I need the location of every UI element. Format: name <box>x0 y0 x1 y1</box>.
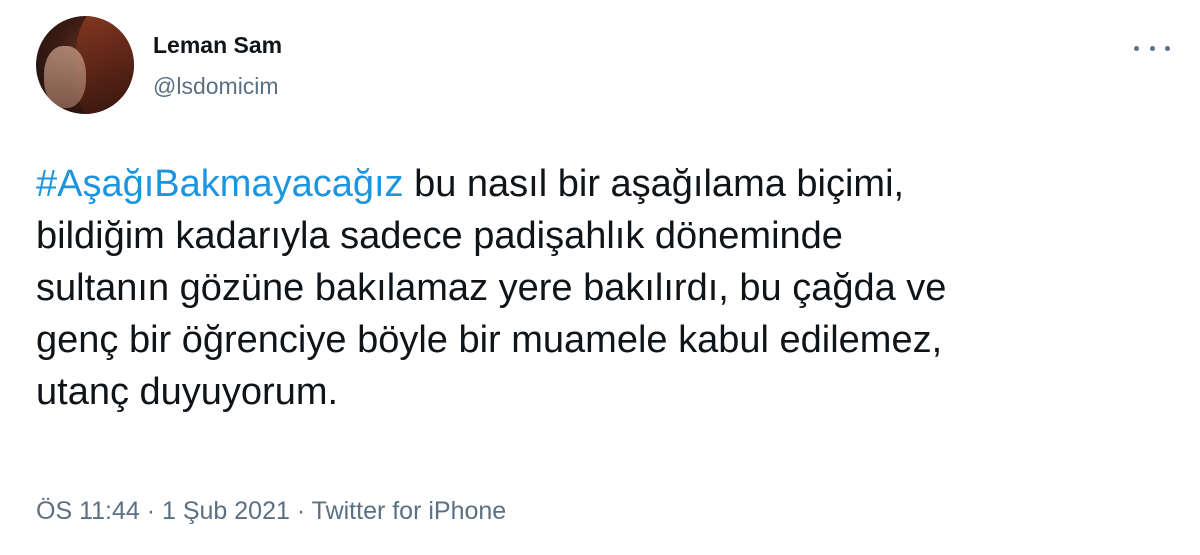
author-handle[interactable]: @lsdomicim <box>153 73 279 100</box>
tweet-date[interactable]: 1 Şub 2021 <box>162 497 290 525</box>
dot <box>1134 45 1139 51</box>
tweet-line: genç bir öğrenciye böyle bir muamele kab… <box>36 319 943 361</box>
tweet-source[interactable]: Twitter for iPhone <box>312 497 507 525</box>
meta-separator: · <box>289 497 312 525</box>
avatar-face <box>44 46 86 108</box>
tweet-time[interactable]: ÖS 11:44 <box>36 497 140 525</box>
meta-separator: · <box>139 497 162 525</box>
tweet-line: utanç duyuyorum. <box>36 371 339 413</box>
tweet-text: #AşağıBakmayacağız bu nasıl bir aşağılam… <box>36 158 1156 418</box>
dot <box>1165 45 1170 51</box>
tweet-line-text: bu nasıl bir aşağılama biçimi, <box>403 163 905 205</box>
tweet-card: Leman Sam @lsdomicim #AşağıBakmayacağız … <box>0 0 1200 555</box>
avatar[interactable] <box>36 16 134 114</box>
dot <box>1149 45 1155 51</box>
more-options-icon[interactable] <box>1134 36 1170 60</box>
tweet-meta: ÖS 11:44 · 1 Şub 2021 · Twitter for iPho… <box>36 497 506 526</box>
hashtag-link[interactable]: #AşağıBakmayacağız <box>36 163 404 205</box>
tweet-line: sultanın gözüne bakılamaz yere bakılırdı… <box>36 267 947 309</box>
tweet-line: bildiğim kadarıyla sadece padişahlık dön… <box>36 215 843 257</box>
tweet-line: #AşağıBakmayacağız bu nasıl bir aşağılam… <box>36 158 1156 210</box>
author-name[interactable]: Leman Sam <box>153 32 282 59</box>
